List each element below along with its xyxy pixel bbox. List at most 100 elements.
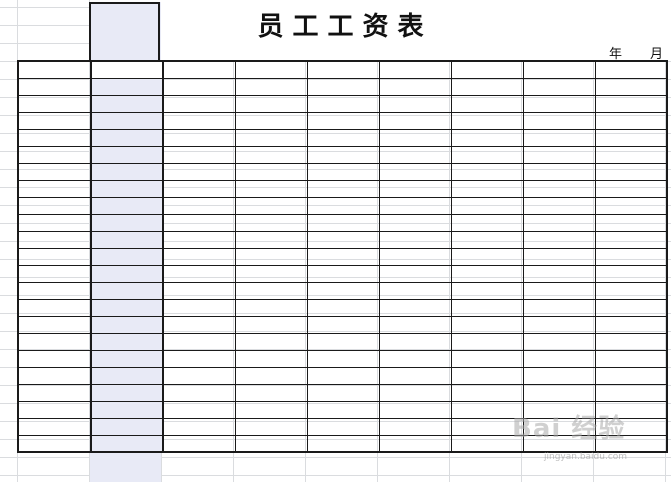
table-cell[interactable] <box>378 247 452 266</box>
table-cell[interactable] <box>17 94 92 113</box>
table-cell[interactable] <box>522 230 596 249</box>
table-cell[interactable] <box>234 213 308 232</box>
table-cell[interactable] <box>234 400 308 419</box>
table-cell[interactable] <box>17 128 92 147</box>
table-cell[interactable] <box>90 128 164 147</box>
table-cell[interactable] <box>17 434 92 453</box>
table-cell[interactable] <box>450 111 524 130</box>
table-cell[interactable] <box>162 230 236 249</box>
table-cell[interactable] <box>378 349 452 368</box>
table-cell[interactable] <box>594 145 668 164</box>
table-cell[interactable] <box>378 179 452 198</box>
table-cell[interactable] <box>306 264 380 283</box>
table-cell[interactable] <box>234 77 308 96</box>
table-cell[interactable] <box>234 111 308 130</box>
table-cell[interactable] <box>162 366 236 385</box>
table-cell[interactable] <box>450 179 524 198</box>
table-cell[interactable] <box>378 213 452 232</box>
table-cell[interactable] <box>306 60 380 79</box>
table-cell[interactable] <box>234 298 308 317</box>
table-cell[interactable] <box>450 196 524 215</box>
table-cell[interactable] <box>378 366 452 385</box>
table-cell[interactable] <box>450 213 524 232</box>
table-cell[interactable] <box>306 315 380 334</box>
table-cell[interactable] <box>234 315 308 334</box>
table-cell[interactable] <box>594 315 668 334</box>
table-cell[interactable] <box>90 332 164 351</box>
table-cell[interactable] <box>450 332 524 351</box>
table-cell[interactable] <box>306 162 380 181</box>
table-cell[interactable] <box>234 162 308 181</box>
table-cell[interactable] <box>17 162 92 181</box>
table-cell[interactable] <box>594 383 668 402</box>
table-cell[interactable] <box>17 77 92 96</box>
table-cell[interactable] <box>234 383 308 402</box>
table-cell[interactable] <box>17 383 92 402</box>
table-cell[interactable] <box>594 128 668 147</box>
table-cell[interactable] <box>90 247 164 266</box>
table-cell[interactable] <box>90 264 164 283</box>
table-cell[interactable] <box>234 94 308 113</box>
table-cell[interactable] <box>90 383 164 402</box>
table-cell[interactable] <box>162 349 236 368</box>
table-cell[interactable] <box>378 128 452 147</box>
table-cell[interactable] <box>594 298 668 317</box>
table-cell[interactable] <box>306 298 380 317</box>
table-cell[interactable] <box>306 128 380 147</box>
table-cell[interactable] <box>450 230 524 249</box>
table-cell[interactable] <box>522 332 596 351</box>
table-cell[interactable] <box>594 111 668 130</box>
spreadsheet-sheet[interactable]: 员工工资表 年 月 Bai 经验 jingyan.baidu.com <box>0 0 671 482</box>
table-cell[interactable] <box>90 60 164 79</box>
table-cell[interactable] <box>162 298 236 317</box>
table-cell[interactable] <box>17 230 92 249</box>
table-cell[interactable] <box>522 128 596 147</box>
table-cell[interactable] <box>306 145 380 164</box>
table-cell[interactable] <box>378 94 452 113</box>
table-cell[interactable] <box>522 60 596 79</box>
table-cell[interactable] <box>90 230 164 249</box>
table-cell[interactable] <box>90 196 164 215</box>
table-cell[interactable] <box>450 281 524 300</box>
table-cell[interactable] <box>306 281 380 300</box>
table-cell[interactable] <box>522 162 596 181</box>
table-cell[interactable] <box>306 247 380 266</box>
table-cell[interactable] <box>450 94 524 113</box>
table-cell[interactable] <box>306 179 380 198</box>
table-cell[interactable] <box>162 383 236 402</box>
table-cell[interactable] <box>306 434 380 453</box>
table-cell[interactable] <box>378 383 452 402</box>
table-cell[interactable] <box>306 111 380 130</box>
table-cell[interactable] <box>378 400 452 419</box>
table-cell[interactable] <box>522 179 596 198</box>
table-cell[interactable] <box>378 298 452 317</box>
table-cell[interactable] <box>17 281 92 300</box>
table-cell[interactable] <box>234 128 308 147</box>
table-cell[interactable] <box>90 145 164 164</box>
table-cell[interactable] <box>234 247 308 266</box>
table-cell[interactable] <box>306 94 380 113</box>
table-cell[interactable] <box>90 434 164 453</box>
table-cell[interactable] <box>90 111 164 130</box>
table-cell[interactable] <box>162 400 236 419</box>
table-cell[interactable] <box>594 230 668 249</box>
table-cell[interactable] <box>594 264 668 283</box>
table-cell[interactable] <box>17 400 92 419</box>
table-cell[interactable] <box>306 417 380 436</box>
table-cell[interactable] <box>17 332 92 351</box>
table-cell[interactable] <box>378 145 452 164</box>
table-cell[interactable] <box>378 77 452 96</box>
table-cell[interactable] <box>378 60 452 79</box>
table-cell[interactable] <box>450 264 524 283</box>
table-cell[interactable] <box>522 77 596 96</box>
table-cell[interactable] <box>450 162 524 181</box>
table-cell[interactable] <box>306 366 380 385</box>
table-cell[interactable] <box>594 366 668 385</box>
table-cell[interactable] <box>594 94 668 113</box>
table-cell[interactable] <box>522 213 596 232</box>
table-cell[interactable] <box>450 128 524 147</box>
table-cell[interactable] <box>90 366 164 385</box>
table-cell[interactable] <box>162 60 236 79</box>
table-cell[interactable] <box>378 264 452 283</box>
table-cell[interactable] <box>17 196 92 215</box>
